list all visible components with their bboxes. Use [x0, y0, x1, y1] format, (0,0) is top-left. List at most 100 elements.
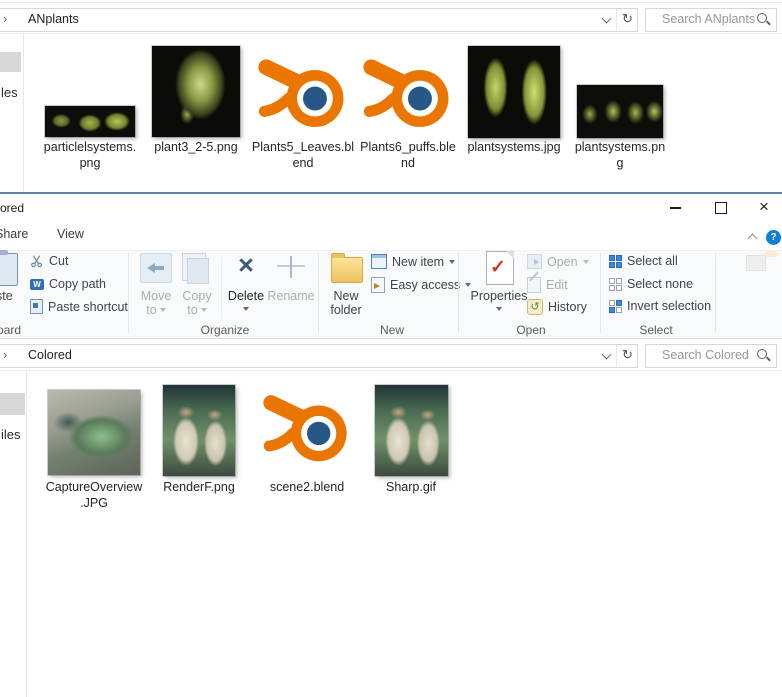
file-thumbnail[interactable] [48, 390, 140, 475]
select-all-icon [609, 254, 622, 268]
group-divider [600, 253, 601, 333]
tab-share[interactable]: Share [0, 227, 28, 241]
delete-icon[interactable]: × [230, 251, 262, 279]
group-label-open: Open [516, 323, 546, 337]
file-label[interactable]: plant3_2-5.png [140, 139, 252, 155]
minimize-button[interactable] [660, 194, 692, 220]
history-button[interactable]: ↺ History [527, 299, 587, 315]
rename-button[interactable]: Rename [263, 289, 319, 303]
select-all-button[interactable]: Select all [609, 254, 678, 268]
history-icon: ↺ [527, 299, 543, 315]
move-to-button[interactable]: Move [136, 289, 176, 303]
top-hairline [0, 2, 782, 3]
new-folder-button-line2[interactable]: folder [326, 303, 366, 317]
file-label[interactable]: Plants5_Leaves.bl end [247, 139, 359, 171]
file-thumbnail[interactable] [468, 46, 560, 138]
maximize-icon [715, 202, 727, 214]
nav-pane-divider[interactable] [23, 34, 24, 192]
file-label[interactable]: RenderF.png [143, 479, 255, 495]
collapse-ribbon-icon[interactable] [747, 233, 758, 244]
breadcrumb[interactable]: ANplants [28, 12, 79, 26]
blender-file-icon[interactable] [262, 386, 352, 470]
toolbar-border [0, 370, 782, 371]
dropdown-icon [465, 283, 472, 287]
open-button[interactable]: Open [527, 254, 589, 269]
file-thumbnail[interactable] [577, 85, 663, 138]
file-label[interactable]: Plants6_puffs.ble nd [352, 139, 464, 171]
explorer-window-colored: ored × Share View ? ste [0, 194, 782, 697]
sidebar-selected-item[interactable] [0, 52, 21, 72]
toolbar-border [0, 33, 782, 34]
refresh-icon[interactable]: ↻ [622, 348, 633, 361]
edit-icon [527, 277, 541, 293]
sidebar-item-fragment[interactable]: les [1, 85, 18, 100]
file-label[interactable]: particlelsystems. png [34, 139, 146, 171]
paste-icon[interactable] [0, 250, 18, 286]
edit-button[interactable]: Edit [527, 277, 568, 293]
search-input[interactable]: Search Colored [662, 348, 749, 362]
rename-icon[interactable] [277, 256, 305, 278]
file-label[interactable]: plantsystems.jpg [458, 139, 570, 155]
copy-to-button[interactable]: Copy [177, 289, 217, 303]
desktop-screenshot: › ANplants ↻ Search ANplants les particl… [0, 0, 782, 697]
select-none-button[interactable]: Select none [609, 277, 693, 291]
search-icon[interactable] [757, 13, 767, 23]
explorer-window-anplants: › ANplants ↻ Search ANplants les particl… [0, 0, 782, 192]
address-bar[interactable] [0, 8, 638, 32]
file-thumbnail[interactable] [163, 385, 235, 476]
new-folder-button[interactable]: New [326, 289, 366, 303]
breadcrumb-chevron-icon[interactable]: › [3, 11, 7, 26]
tab-view[interactable]: View [57, 227, 84, 241]
search-input[interactable]: Search ANplants [662, 12, 755, 26]
dropdown-icon [449, 259, 456, 264]
invert-selection-button[interactable]: Invert selection [609, 299, 711, 313]
sidebar-item-fragment[interactable]: iles [1, 427, 21, 442]
file-label[interactable]: scene2.blend [251, 479, 363, 495]
copy-path-icon: W [30, 278, 44, 290]
new-item-button[interactable]: New item [371, 254, 456, 269]
search-icon[interactable] [757, 349, 767, 359]
new-folder-icon[interactable] [331, 253, 363, 283]
copy-to-sub[interactable]: to [177, 303, 217, 317]
cut-icon [31, 255, 42, 268]
sidebar-selected-item[interactable] [0, 393, 25, 415]
cut-button[interactable]: Cut [30, 254, 68, 268]
properties-icon[interactable]: ✓ [486, 251, 514, 285]
copy-path-button[interactable]: W Copy path [30, 277, 106, 291]
dropdown-icon[interactable] [243, 307, 249, 311]
file-label[interactable]: plantsystems.pn g [564, 139, 676, 171]
address-bar[interactable] [0, 344, 638, 368]
group-label-select: Select [639, 323, 673, 337]
easy-access-button[interactable]: Easy access [371, 277, 472, 293]
file-label[interactable]: Sharp.gif [355, 479, 467, 495]
copy-to-icon[interactable] [182, 253, 209, 284]
group-label-organize: Organize [200, 323, 250, 337]
paste-button[interactable]: ste [0, 289, 26, 303]
minimize-icon [670, 207, 681, 209]
help-icon[interactable]: ? [766, 230, 781, 245]
properties-button[interactable]: Properties [468, 289, 530, 303]
ribbon-partial-icon [746, 255, 766, 271]
blender-file-icon[interactable] [362, 50, 454, 136]
ribbon-partial-icon [764, 251, 778, 257]
refresh-icon[interactable]: ↻ [622, 12, 633, 25]
breadcrumb-chevron-icon[interactable]: › [3, 347, 7, 362]
blender-file-icon[interactable] [257, 50, 349, 136]
paste-shortcut-icon [30, 299, 43, 314]
close-icon: × [759, 197, 769, 216]
file-label[interactable]: CaptureOverview .JPG [38, 479, 150, 511]
group-label-clipboard: oard [0, 323, 22, 337]
breadcrumb[interactable]: Colored [28, 348, 72, 362]
file-thumbnail[interactable] [375, 385, 448, 476]
file-thumbnail[interactable] [45, 106, 135, 137]
dropdown-icon[interactable] [496, 307, 502, 311]
move-to-sub[interactable]: to [136, 303, 176, 317]
file-thumbnail[interactable] [152, 46, 240, 137]
invert-selection-icon [609, 299, 622, 313]
window-title: ored [0, 201, 25, 215]
close-button[interactable]: × [750, 194, 782, 220]
nav-pane-divider[interactable] [26, 371, 27, 697]
move-to-icon[interactable] [140, 253, 172, 283]
maximize-button[interactable] [705, 194, 737, 220]
paste-shortcut-button[interactable]: Paste shortcut [30, 299, 128, 314]
